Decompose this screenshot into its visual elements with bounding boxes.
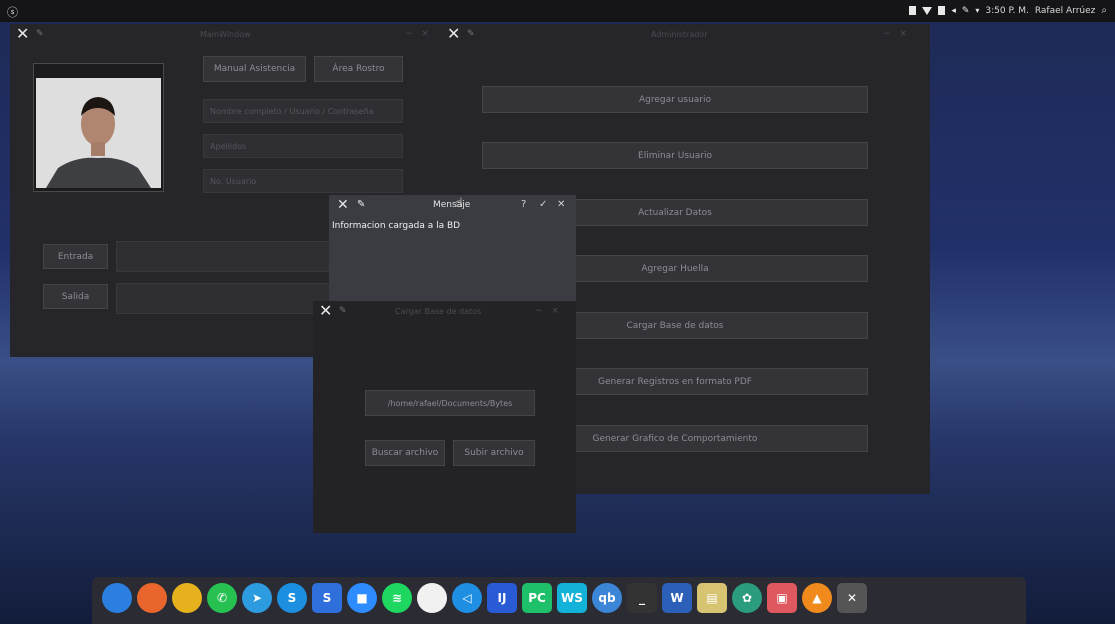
add-user-button[interactable]: Agregar usuario xyxy=(482,86,868,113)
user-field-3[interactable]: No. Usuario xyxy=(203,169,403,193)
clock[interactable]: 3:50 P. M. xyxy=(985,6,1028,16)
close-icon[interactable]: ✕ xyxy=(16,26,29,42)
upload-file-button[interactable]: Subir archivo xyxy=(453,440,535,466)
help-button[interactable]: ? xyxy=(521,199,526,210)
window-titlebar: ✕ ✎ Administrador − × xyxy=(443,24,930,46)
wifi-icon[interactable] xyxy=(922,6,933,15)
dock: ✆ ➤ S S ■ ≋ ◁ IJ PC WS qb _ W ▤ ✿ ▣ ▲ ✕ xyxy=(92,577,1026,624)
files-icon[interactable]: ▤ xyxy=(697,583,727,613)
battery-icon[interactable] xyxy=(938,6,946,15)
window-title: Administrador xyxy=(651,30,708,39)
user-photo-frame xyxy=(33,63,164,192)
user-field-2[interactable]: Apellidos xyxy=(203,134,403,158)
menu-logo-icon[interactable]: ⓢ xyxy=(7,4,18,20)
confirm-button[interactable]: ✓ xyxy=(539,199,547,210)
qbittorrent-icon[interactable]: qb xyxy=(592,583,622,613)
zoom-icon[interactable]: ■ xyxy=(347,583,377,613)
face-area-button[interactable]: Área Rostro xyxy=(314,56,403,82)
window-titlebar: ✕ ✎ MainWindow − × xyxy=(10,24,443,46)
window-controls[interactable]: − × xyxy=(883,29,910,39)
spotify-icon[interactable]: ≋ xyxy=(382,583,412,613)
delete-user-button[interactable]: Eliminar Usuario xyxy=(482,142,868,169)
close-icon[interactable]: ✕ xyxy=(319,303,332,319)
window-title: MainWindow xyxy=(200,30,251,39)
intellij-icon[interactable]: IJ xyxy=(487,583,517,613)
load-db-window: ✕ ✎ Cargar Base de datos − × /home/rafae… xyxy=(313,301,576,533)
pin-icon[interactable]: ✎ xyxy=(339,306,347,316)
skype-icon[interactable]: S xyxy=(277,583,307,613)
terminal-icon[interactable]: _ xyxy=(627,583,657,613)
pin-icon[interactable]: ✎ xyxy=(467,29,475,39)
vlc-icon[interactable]: ▲ xyxy=(802,583,832,613)
image-viewer-icon[interactable]: ▣ xyxy=(767,583,797,613)
word-icon[interactable]: W xyxy=(662,583,692,613)
dialog-close-button[interactable]: ✕ xyxy=(557,199,565,210)
fan-icon[interactable]: ✿ xyxy=(732,583,762,613)
close-icon[interactable]: ✕ xyxy=(447,26,460,42)
dock-items: ✆ ➤ S S ■ ≋ ◁ IJ PC WS qb _ W ▤ ✿ ▣ ▲ ✕ xyxy=(102,583,867,613)
pin-icon[interactable]: ✎ xyxy=(357,199,365,210)
slides-icon[interactable]: S xyxy=(312,583,342,613)
close-icon[interactable]: ✕ xyxy=(337,197,349,213)
mouse-cursor-icon: ☝ xyxy=(455,196,463,211)
salida-button[interactable]: Salida xyxy=(43,284,108,309)
search-icon[interactable]: ⌕ xyxy=(1101,5,1107,16)
x-app-icon[interactable]: ✕ xyxy=(837,583,867,613)
manual-attendance-button[interactable]: Manual Asistencia xyxy=(203,56,306,82)
whatsapp-icon[interactable]: ✆ xyxy=(207,583,237,613)
window-titlebar: ✕ ✎ Cargar Base de datos − × xyxy=(313,301,576,323)
network-icon[interactable] xyxy=(909,6,917,15)
top-bar: ⓢ ◂ ✎ ▾ 3:50 P. M. Rafael Arrúez ⌕ xyxy=(0,0,1115,22)
volume-icon[interactable]: ◂ xyxy=(951,6,956,16)
finder-icon[interactable] xyxy=(102,583,132,613)
chrome-icon[interactable] xyxy=(172,583,202,613)
entrada-field[interactable] xyxy=(116,241,330,272)
pen-icon[interactable]: ✎ xyxy=(962,6,970,16)
pycharm-icon[interactable]: PC xyxy=(522,583,552,613)
file-path-field[interactable]: /home/rafael/Documents/Bytes xyxy=(365,390,535,416)
user-name[interactable]: Rafael Arrúez xyxy=(1035,6,1096,16)
search-file-button[interactable]: Buscar archivo xyxy=(365,440,445,466)
message-dialog: ✕ ✎ Mensaje ? ✓ ✕ Informacion cargada a … xyxy=(329,195,576,301)
telegram-icon[interactable]: ➤ xyxy=(242,583,272,613)
user-photo xyxy=(36,78,161,188)
webstorm-icon[interactable]: WS xyxy=(557,583,587,613)
dialog-message: Informacion cargada a la BD xyxy=(332,221,461,231)
window-title: Cargar Base de datos xyxy=(395,307,482,316)
entrada-button[interactable]: Entrada xyxy=(43,244,108,269)
system-tray: ◂ ✎ ▾ 3:50 P. M. Rafael Arrúez ⌕ xyxy=(909,5,1107,16)
dropdown-icon[interactable]: ▾ xyxy=(975,6,979,15)
dialog-title: Mensaje xyxy=(433,200,471,210)
mongodb-icon[interactable] xyxy=(417,583,447,613)
window-controls[interactable]: − × xyxy=(405,29,432,39)
window-controls[interactable]: − × xyxy=(535,306,562,316)
vscode-icon[interactable]: ◁ xyxy=(452,583,482,613)
firefox-icon[interactable] xyxy=(137,583,167,613)
pin-icon[interactable]: ✎ xyxy=(36,29,44,39)
user-field-1[interactable]: Nombre completo / Usuario / Contraseña xyxy=(203,99,403,123)
person-photo-icon xyxy=(36,78,161,188)
salida-field[interactable] xyxy=(116,283,330,314)
